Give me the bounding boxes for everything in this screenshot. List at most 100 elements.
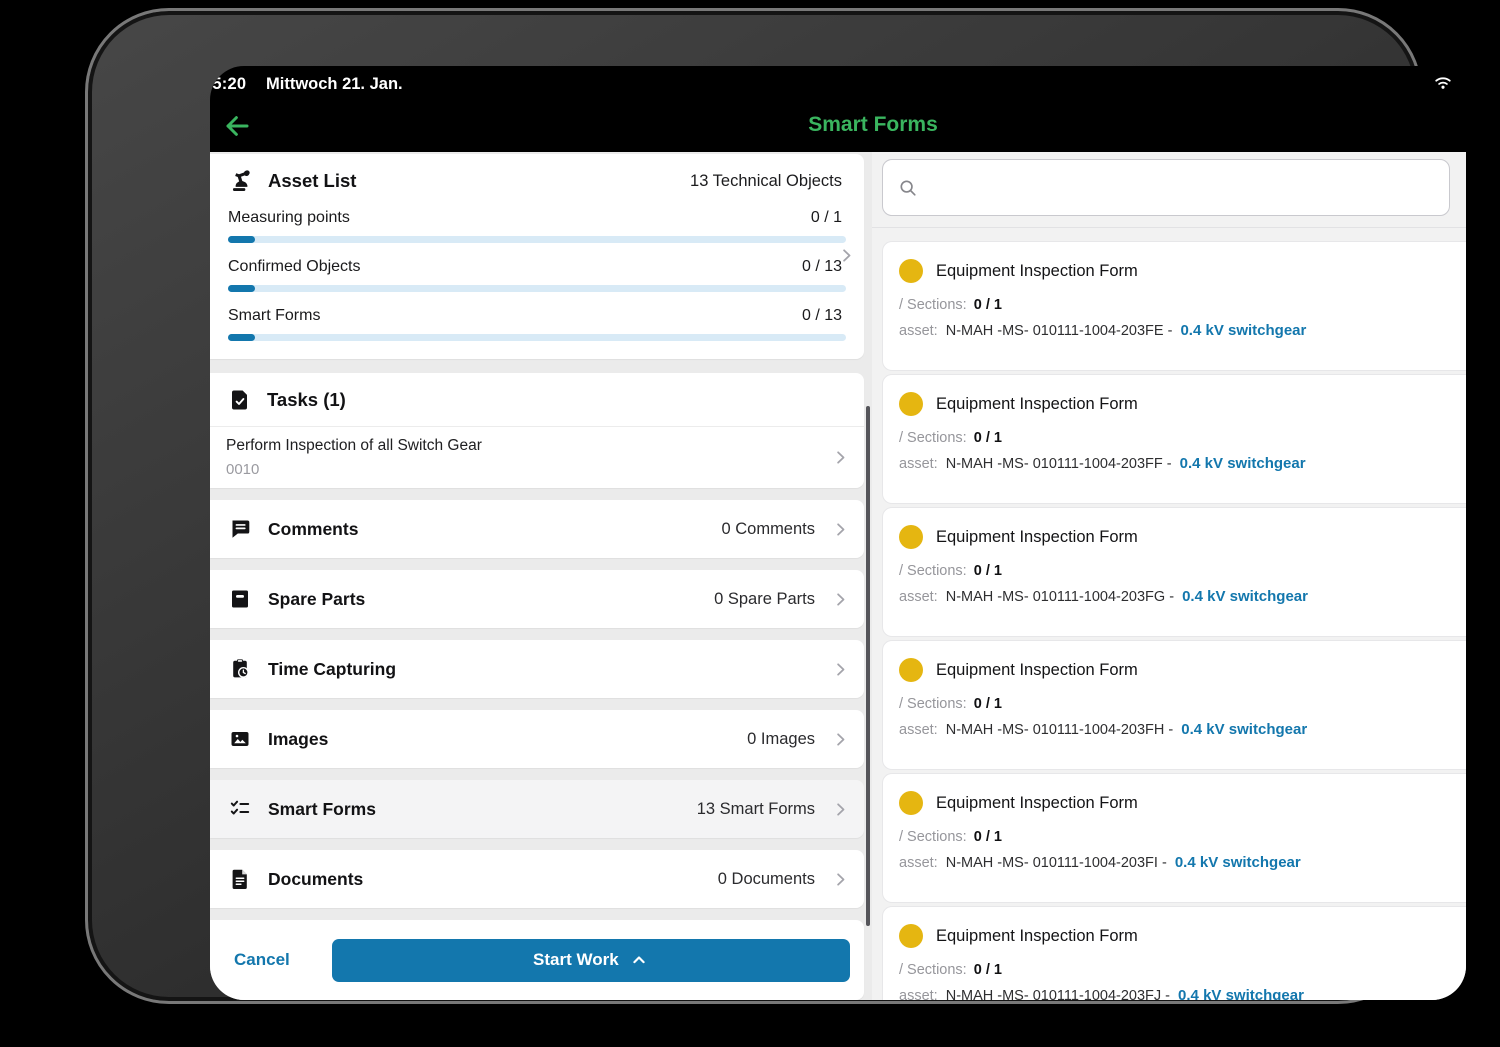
progress-label: Measuring points <box>228 209 350 227</box>
asset-link[interactable]: 0.4 kV switchgear <box>1178 987 1304 1000</box>
sections-value: 0 / 1 <box>974 829 1002 845</box>
section-count: 0 Images <box>747 730 815 749</box>
sections-value: 0 / 1 <box>974 696 1002 712</box>
tasks-card: Tasks (1) Perform Inspection of all Swit… <box>210 373 864 488</box>
status-dot-icon <box>899 658 923 682</box>
left-panel-scrollbar[interactable] <box>866 406 870 926</box>
smart-forms-panel: Equipment Inspection Form / Sections: 0 … <box>872 152 1466 1000</box>
section-row-comments[interactable]: Comments 0 Comments <box>210 500 864 558</box>
asset-link[interactable]: 0.4 kV switchgear <box>1180 455 1306 472</box>
chevron-right-icon <box>831 520 850 539</box>
comments-icon <box>228 517 252 541</box>
asset-link[interactable]: 0.4 kV switchgear <box>1175 854 1301 871</box>
search-icon <box>897 177 919 199</box>
progress-bar-fill <box>228 285 255 292</box>
wifi-icon <box>1432 71 1454 93</box>
sections-value: 0 / 1 <box>974 297 1002 313</box>
chevron-right-icon <box>831 800 850 819</box>
chevron-right-icon <box>837 246 856 265</box>
chevron-right-icon <box>831 590 850 609</box>
asset-progress-row: Confirmed Objects 0 / 13 <box>228 258 846 292</box>
chevron-right-icon <box>831 870 850 889</box>
section-count: 0 Documents <box>718 870 815 889</box>
sections-label: / Sections: <box>899 829 967 845</box>
spare-parts-icon <box>228 587 252 611</box>
task-row[interactable]: Perform Inspection of all Switch Gear 00… <box>210 427 864 488</box>
documents-icon <box>228 867 252 891</box>
smart-forms-icon <box>228 797 252 821</box>
smart-form-card[interactable]: Equipment Inspection Form / Sections: 0 … <box>882 241 1466 371</box>
asset-code: N-MAH -MS- 010111-1004-203FH - <box>946 722 1174 738</box>
section-row-images[interactable]: Images 0 Images <box>210 710 864 768</box>
asset-label: asset: <box>899 855 938 871</box>
status-date: Mittwoch 21. Jan. <box>266 75 403 94</box>
tasks-header: Tasks (1) <box>210 373 864 427</box>
smart-form-card[interactable]: Equipment Inspection Form / Sections: 0 … <box>882 374 1466 504</box>
cancel-button[interactable]: Cancel <box>234 950 290 970</box>
search-box[interactable] <box>882 159 1450 216</box>
section-label: Comments <box>268 519 358 540</box>
chevron-right-icon <box>831 660 850 679</box>
tasks-title: Tasks (1) <box>267 389 346 411</box>
progress-bar <box>228 285 846 292</box>
progress-label: Smart Forms <box>228 307 320 325</box>
status-dot-icon <box>899 924 923 948</box>
tablet-frame: 15:20 Mittwoch 21. Jan. Smart Forms <box>85 8 1422 1004</box>
status-dot-icon <box>899 525 923 549</box>
sections-label: / Sections: <box>899 297 967 313</box>
section-label: Smart Forms <box>268 799 376 820</box>
sections-value: 0 / 1 <box>974 430 1002 446</box>
asset-label: asset: <box>899 589 938 605</box>
status-bar: 15:20 Mittwoch 21. Jan. <box>210 66 1466 102</box>
asset-list-summary: 13 Technical Objects <box>690 172 846 191</box>
progress-bar <box>228 334 846 341</box>
robot-arm-icon <box>228 168 254 194</box>
asset-code: N-MAH -MS- 010111-1004-203FG - <box>946 589 1174 605</box>
status-dot-icon <box>899 791 923 815</box>
progress-label: Confirmed Objects <box>228 258 361 276</box>
status-dot-icon <box>899 259 923 283</box>
sections-label: / Sections: <box>899 563 967 579</box>
section-list: Comments 0 Comments Spare Parts 0 Spare … <box>210 500 872 908</box>
start-work-button[interactable]: Start Work <box>332 939 850 982</box>
asset-link[interactable]: 0.4 kV switchgear <box>1181 721 1307 738</box>
section-row-spare-parts[interactable]: Spare Parts 0 Spare Parts <box>210 570 864 628</box>
chevron-right-icon <box>831 448 850 467</box>
back-arrow-icon[interactable] <box>222 111 252 141</box>
asset-code: N-MAH -MS- 010111-1004-203FJ - <box>946 988 1170 1000</box>
section-label: Spare Parts <box>268 589 365 610</box>
section-row-time-capturing[interactable]: Time Capturing <box>210 640 864 698</box>
form-card-title: Equipment Inspection Form <box>936 794 1138 813</box>
asset-list-card[interactable]: Asset List 13 Technical Objects Measurin… <box>210 154 864 359</box>
sections-label: / Sections: <box>899 696 967 712</box>
search-input[interactable] <box>929 177 1435 199</box>
asset-link[interactable]: 0.4 kV switchgear <box>1182 588 1308 605</box>
section-label: Images <box>268 729 328 750</box>
app-screen: 15:20 Mittwoch 21. Jan. Smart Forms <box>210 66 1466 1000</box>
form-card-title: Equipment Inspection Form <box>936 528 1138 547</box>
asset-code: N-MAH -MS- 010111-1004-203FI - <box>946 855 1167 871</box>
form-card-title: Equipment Inspection Form <box>936 262 1138 281</box>
smart-form-card[interactable]: Equipment Inspection Form / Sections: 0 … <box>882 906 1466 1000</box>
section-count: 0 Spare Parts <box>714 590 815 609</box>
progress-bar-fill <box>228 334 255 341</box>
sections-label: / Sections: <box>899 430 967 446</box>
smart-form-card[interactable]: Equipment Inspection Form / Sections: 0 … <box>882 773 1466 903</box>
section-label: Documents <box>268 869 363 890</box>
asset-progress-row: Smart Forms 0 / 13 <box>228 307 846 341</box>
sections-label: / Sections: <box>899 962 967 978</box>
task-title: Perform Inspection of all Switch Gear <box>226 437 831 455</box>
sections-value: 0 / 1 <box>974 962 1002 978</box>
task-code: 0010 <box>226 461 831 478</box>
asset-label: asset: <box>899 456 938 472</box>
section-row-smart-forms[interactable]: Smart Forms 13 Smart Forms <box>210 780 864 838</box>
smart-form-card[interactable]: Equipment Inspection Form / Sections: 0 … <box>882 640 1466 770</box>
asset-label: asset: <box>899 323 938 339</box>
smart-form-card[interactable]: Equipment Inspection Form / Sections: 0 … <box>882 507 1466 637</box>
nav-bar: Smart Forms <box>210 102 1466 152</box>
section-row-documents[interactable]: Documents 0 Documents <box>210 850 864 908</box>
progress-bar <box>228 236 846 243</box>
asset-label: asset: <box>899 988 938 1000</box>
section-label: Time Capturing <box>268 659 396 680</box>
asset-link[interactable]: 0.4 kV switchgear <box>1180 322 1306 339</box>
